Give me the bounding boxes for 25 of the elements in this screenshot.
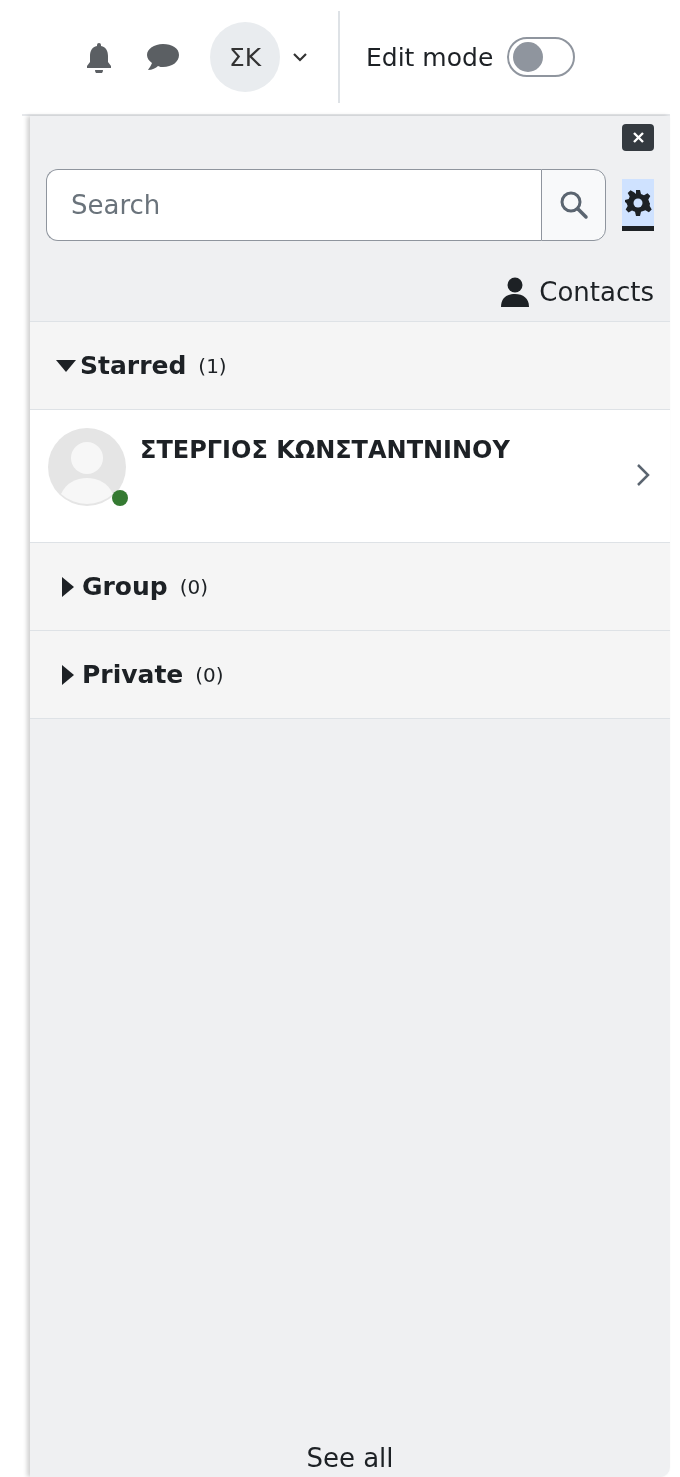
- person-icon: [501, 277, 530, 307]
- settings-icon: [624, 188, 652, 217]
- settings-button[interactable]: [622, 179, 654, 231]
- contact-row[interactable]: ΣΤΕΡΓΙΟΣ ΚΩΝΣΤΑΝΤΝΙΝΟΥ: [30, 409, 670, 542]
- chat-bubble-icon: [146, 43, 180, 71]
- caret-down-icon: [56, 359, 76, 372]
- search-field[interactable]: Search: [46, 169, 541, 241]
- chevron-down-icon: [293, 52, 307, 62]
- contact-name: ΣΤΕΡΓΙΟΣ ΚΩΝΣΤΑΝΤΝΙΝΟΥ: [140, 436, 511, 464]
- edit-mode-toggle[interactable]: [507, 37, 576, 77]
- edit-mode-label: Edit mode: [366, 42, 494, 72]
- see-all-link[interactable]: See all: [306, 1443, 394, 1473]
- bell-icon: [84, 41, 114, 73]
- close-button[interactable]: [622, 124, 654, 151]
- contacts-link[interactable]: Contacts: [501, 277, 654, 307]
- section-header[interactable]: Starred (1): [30, 321, 670, 409]
- search-icon: [558, 190, 589, 220]
- user-avatar[interactable]: ΣΚ: [210, 22, 280, 92]
- close-icon: [632, 132, 644, 143]
- search-button[interactable]: [541, 169, 606, 241]
- caret-right-icon: [62, 576, 74, 597]
- caret-right-icon: [62, 664, 74, 685]
- chevron-right-icon: [636, 462, 650, 487]
- section-header[interactable]: Group (0): [30, 542, 670, 630]
- section-header[interactable]: Private (0): [30, 630, 670, 718]
